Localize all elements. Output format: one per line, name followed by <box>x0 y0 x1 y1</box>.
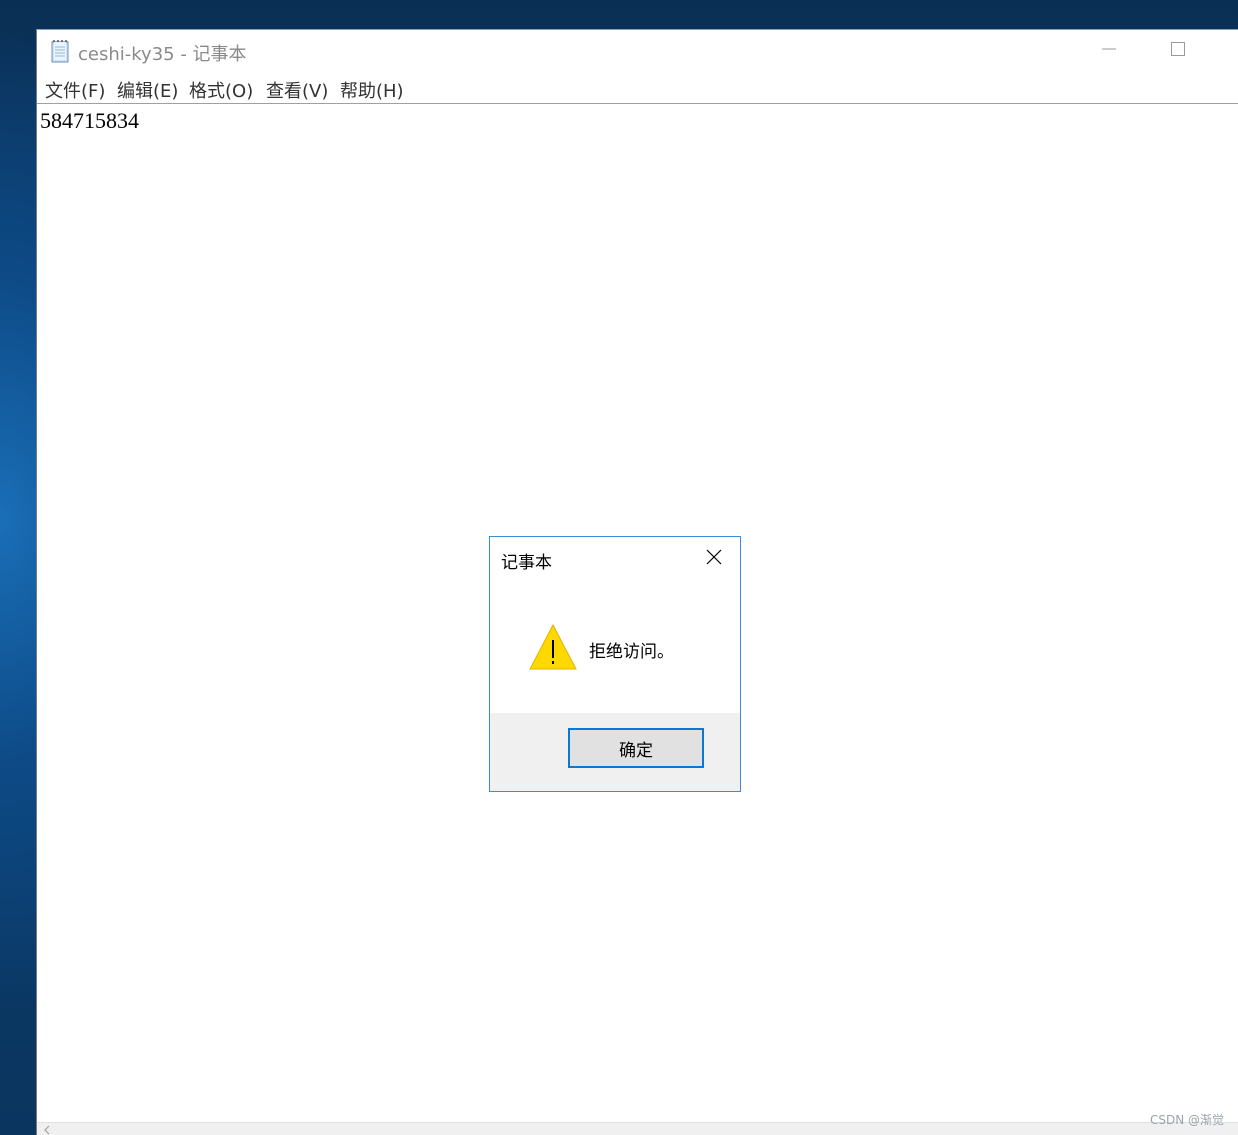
menu-help[interactable]: 帮助(H) <box>340 77 404 103</box>
ok-button-label: 确定 <box>619 740 653 761</box>
horizontal-scrollbar[interactable] <box>37 1122 1238 1135</box>
dialog-message: 拒绝访问。 <box>589 642 674 662</box>
ok-button[interactable]: 确定 <box>568 728 704 768</box>
notepad-icon[interactable] <box>49 39 71 63</box>
editor-content: 584715834 <box>40 108 139 133</box>
menu-view[interactable]: 查看(V) <box>266 77 328 103</box>
menu-bar: 文件(F) 编辑(E) 格式(O) 查看(V) 帮助(H) <box>37 72 1238 104</box>
minimize-button[interactable] <box>1086 30 1132 72</box>
dialog-footer: 确定 <box>490 713 740 791</box>
maximize-button[interactable] <box>1155 30 1201 72</box>
scroll-left-icon[interactable] <box>43 1125 51 1135</box>
maximize-icon <box>1170 41 1186 61</box>
menu-file[interactable]: 文件(F) <box>45 77 105 103</box>
dialog-title: 记事本 <box>501 553 552 573</box>
watermark: CSDN @渐觉 <box>1149 1113 1224 1127</box>
menu-format[interactable]: 格式(O) <box>189 77 253 103</box>
window-title: ceshi-ky35 - 记事本 <box>78 44 247 65</box>
title-bar[interactable]: ceshi-ky35 - 记事本 <box>37 30 1238 72</box>
menu-edit[interactable]: 编辑(E) <box>117 77 178 103</box>
minimize-icon <box>1101 41 1117 61</box>
error-dialog: 记事本 拒绝访问。 确定 <box>489 536 741 792</box>
dialog-close-button[interactable] <box>696 545 732 573</box>
close-icon <box>706 549 722 569</box>
warning-icon <box>528 623 578 671</box>
